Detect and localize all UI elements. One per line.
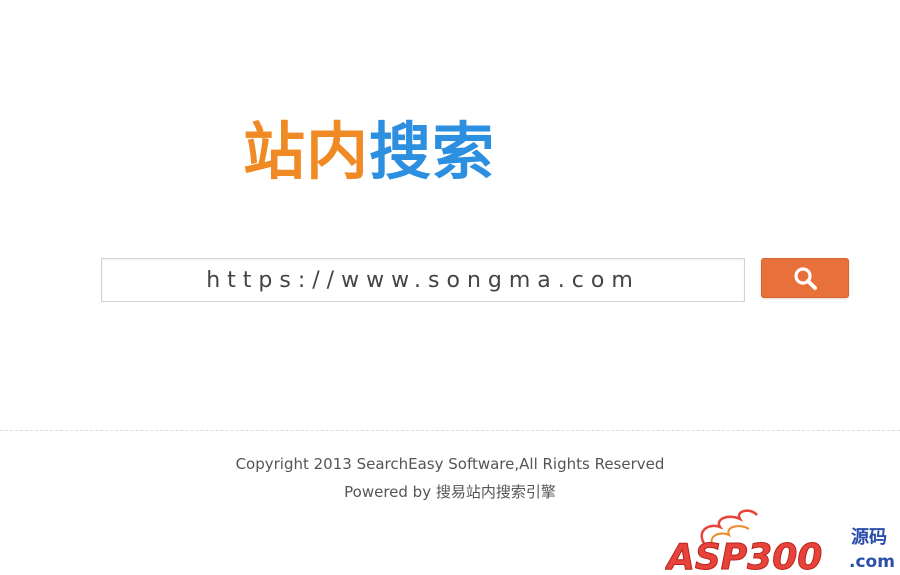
copyright-text: Copyright 2013 SearchEasy Software,All R… <box>235 455 665 473</box>
search-icon <box>794 267 817 290</box>
footer: Copyright 2013 SearchEasy Software,All R… <box>0 450 900 506</box>
watermark-side-text: 源码 <box>851 526 887 548</box>
site-logo: 站内 搜索 <box>243 112 495 192</box>
logo-text-part-a: 站内 <box>243 115 370 188</box>
watermark-com-text: .com <box>849 552 895 572</box>
watermark-logo: ASP300 源码 .com <box>665 505 900 575</box>
logo-text-part-b: 搜索 <box>369 115 496 188</box>
powered-by-text: Powered by 搜易站内搜索引擎 <box>344 483 556 501</box>
watermark-main-text: ASP300 <box>665 537 822 575</box>
page: 站内搜索 Copyright 2013 SearchEasy Software,… <box>0 0 900 575</box>
search-input[interactable] <box>101 258 745 302</box>
watermark-graphic: ASP300 源码 .com <box>665 509 895 575</box>
search-button[interactable] <box>761 258 849 298</box>
footer-divider <box>0 430 900 431</box>
